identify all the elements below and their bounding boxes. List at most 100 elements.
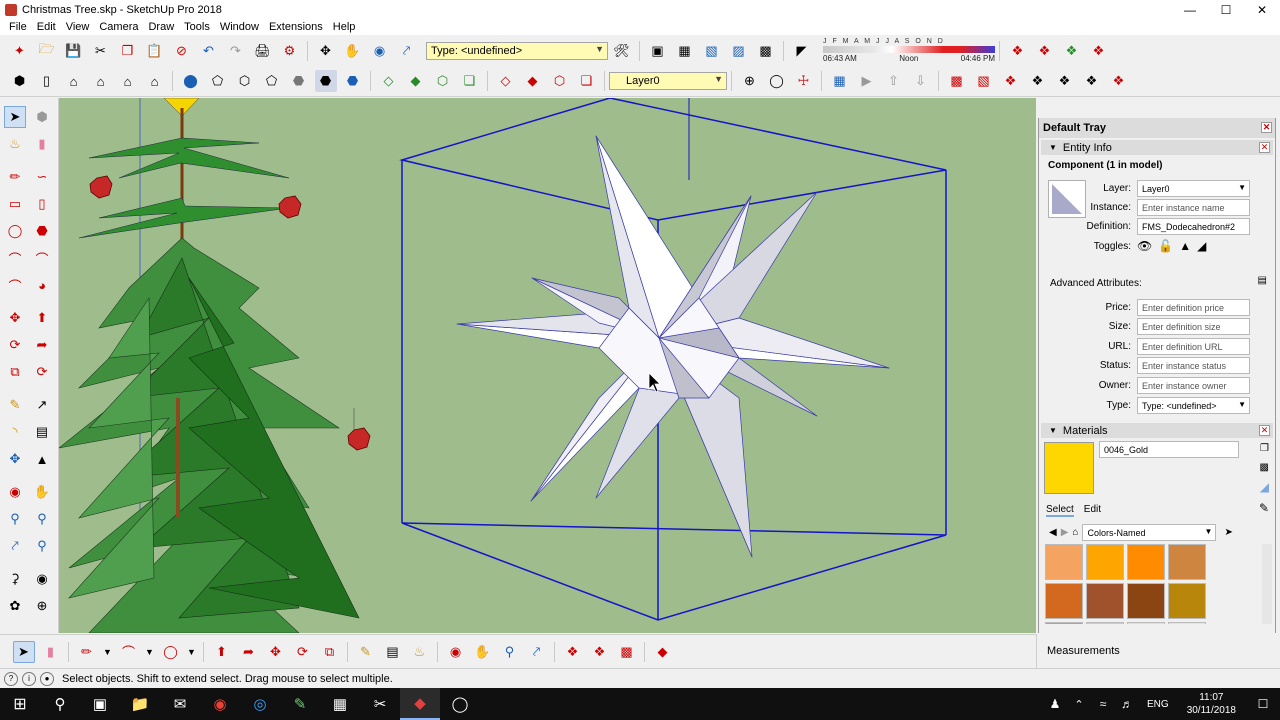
solid-union-icon[interactable]: ⬡ [549,70,571,92]
undo-icon[interactable]: ↶ [198,40,220,62]
materials-close-icon[interactable]: ✕ [1259,425,1270,436]
menu-window[interactable]: Window [215,21,264,33]
rotate-icon[interactable]: ⟳ [4,334,26,356]
look-around-tool-icon[interactable]: ◉ [31,568,53,590]
layout-icon[interactable]: ▩ [755,40,777,62]
dimension-icon[interactable]: ↗ [31,394,53,416]
tab-select[interactable]: Select [1046,504,1074,517]
extension-icon-c[interactable]: ❖ [1088,40,1110,62]
xray-icon[interactable]: ⬤ [180,70,202,92]
menu-extensions[interactable]: Extensions [264,21,328,33]
front-view-icon[interactable]: ⌂ [63,70,85,92]
section-plane-tool-icon[interactable]: ⊕ [31,595,53,617]
material-swatch[interactable] [1086,544,1124,580]
advanced-attributes-icon[interactable]: ▤ [1258,275,1267,286]
solid-outer-shell-icon[interactable]: ◇ [495,70,517,92]
line-tool-icon[interactable]: ✏ [76,641,98,663]
default-material-icon[interactable]: ◢ [1260,480,1269,494]
definition-field[interactable]: FMS_Dodecahedron#2 [1137,218,1250,235]
clock[interactable]: 11:07 30/11/2018 [1177,691,1246,717]
paint-bucket-icon[interactable]: ♨ [409,641,431,663]
chevron-down-icon[interactable]: ▼ [145,641,155,663]
size-field[interactable]: Enter definition size [1137,318,1250,335]
section-display-icon[interactable]: ❏ [459,70,481,92]
sketchup-task-icon[interactable]: ◆ [400,688,440,720]
material-swatch[interactable] [1168,622,1206,624]
redo-icon[interactable]: ↷ [225,40,247,62]
move-icon[interactable]: ✥ [4,307,26,329]
material-swatch[interactable] [1086,622,1124,624]
orbit-icon[interactable]: ✥ [315,40,337,62]
sandbox-contours-icon[interactable]: ▦ [829,70,851,92]
library-select[interactable]: Colors-Named ▼ [1082,524,1217,541]
geo-location-icon[interactable]: ? [4,671,18,686]
circle-icon[interactable]: ◯ [4,220,26,242]
maximize-button[interactable]: ☐ [1208,0,1244,19]
components-icon[interactable]: ▣ [647,40,669,62]
follow-me-icon[interactable]: ➦ [31,334,53,356]
scale-icon[interactable]: ⧉ [319,641,341,663]
eraser-icon[interactable]: ▮ [40,641,62,663]
model-viewport[interactable] [59,98,1036,633]
type-select[interactable]: Type: <undefined> ▼ [1137,397,1250,414]
material-swatch[interactable] [1045,583,1083,619]
section-cuts-icon[interactable]: ◆ [405,70,427,92]
minimize-button[interactable]: — [1172,0,1208,19]
share-model-icon[interactable]: ▧ [701,40,723,62]
obs-icon[interactable]: ◯ [440,688,480,720]
zoom-icon[interactable]: ⚲ [499,641,521,663]
menu-draw[interactable]: Draw [143,21,179,33]
material-swatch[interactable] [1127,544,1165,580]
material-swatch[interactable] [1045,544,1083,580]
menu-edit[interactable]: Edit [32,21,61,33]
previous-view-icon[interactable]: ⚲ [31,535,53,557]
rotated-rectangle-icon[interactable]: ▯ [31,193,53,215]
material-swatch[interactable] [1168,544,1206,580]
zoom-tool-icon[interactable]: ⚲ [4,508,26,530]
orbit-tool-icon[interactable]: ◉ [4,481,26,503]
status-field[interactable]: Enter instance status [1137,357,1250,374]
open-file-icon[interactable]: 🗁 [36,40,58,62]
tray-close-icon[interactable]: ✕ [1261,122,1272,133]
task-view-icon[interactable]: ▣ [80,688,120,720]
material-swatch[interactable] [1168,583,1206,619]
edge-icon[interactable]: ◎ [240,688,280,720]
joint-push-pull-icon[interactable]: ❖ [1081,70,1103,92]
materials-header[interactable]: ▼ Materials ✕ [1041,423,1273,438]
drape-icon[interactable]: ▧ [973,70,995,92]
protractor-icon[interactable]: ◝ [4,421,26,443]
notepad-icon[interactable]: ✎ [280,688,320,720]
position-camera-icon[interactable]: ⊕ [739,70,761,92]
3d-text-icon[interactable]: ▲ [31,448,53,470]
walk-icon[interactable]: ◯ [766,70,788,92]
ruby-icon[interactable]: ◆ [652,641,674,663]
pan-icon[interactable]: ✋ [342,40,364,62]
material-options-icon[interactable]: ▩ [1260,462,1269,473]
sample-paint-icon[interactable]: ✎ [1259,501,1269,515]
back-arrow-icon[interactable]: ◀ [1049,527,1057,538]
price-field[interactable]: Enter definition price [1137,299,1250,316]
material-name-field[interactable]: 0046_Gold [1099,441,1239,458]
zoom-icon[interactable]: ◉ [369,40,391,62]
swatch-scrollbar[interactable] [1262,544,1272,624]
material-swatch[interactable] [1086,583,1124,619]
user-icon[interactable]: ● [40,671,54,686]
extension-icon-b[interactable]: ❖ [1061,40,1083,62]
notifications-icon[interactable]: ☐ [1246,688,1280,720]
polygon-icon[interactable]: ⬣ [31,220,53,242]
extension-icon-a[interactable]: ❖ [1034,40,1056,62]
iso-view-icon[interactable]: ⬢ [9,70,31,92]
wireframe-icon[interactable]: ⬡ [234,70,256,92]
home-icon[interactable]: ⌂ [1072,527,1078,538]
flip-edge-icon[interactable]: ❖ [1027,70,1049,92]
credits-icon[interactable]: i [22,671,36,686]
cast-shadows-icon[interactable]: ◢ [1197,239,1206,253]
back-view-icon[interactable]: ⌂ [117,70,139,92]
walk-tool-icon[interactable]: ✿ [4,595,26,617]
sandbox-scratch-icon[interactable]: ▶ [856,70,878,92]
solid-subtract-icon[interactable]: ❏ [576,70,598,92]
rectangle-icon[interactable]: ▭ [4,193,26,215]
section-fill-icon[interactable]: ⬡ [432,70,454,92]
warehouse-icon[interactable]: ▦ [674,40,696,62]
new-file-icon[interactable]: ✦ [9,40,31,62]
